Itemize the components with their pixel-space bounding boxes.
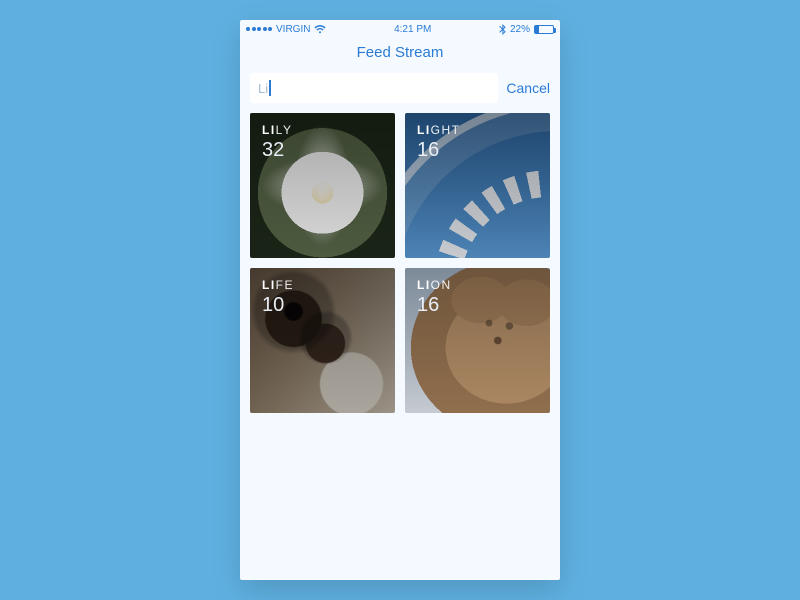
tile-title: LIFE [262, 278, 294, 292]
tile-count: 10 [262, 294, 284, 317]
page-title: Feed Stream [240, 38, 560, 73]
tile-count: 16 [417, 294, 439, 317]
search-row: Li Cancel [240, 73, 560, 113]
battery-pct: 22% [510, 24, 530, 35]
search-input[interactable]: Li [250, 73, 498, 103]
tile-title: LION [417, 278, 452, 292]
tile-title: LIGHT [417, 123, 461, 137]
carrier-label: VIRGIN [276, 24, 310, 35]
text-caret-icon [269, 80, 271, 96]
result-tile-light[interactable]: LIGHT 16 [405, 113, 550, 258]
battery-icon [534, 25, 554, 34]
result-tile-life[interactable]: LIFE 10 [250, 268, 395, 413]
cancel-button[interactable]: Cancel [506, 80, 550, 96]
clock: 4:21 PM [394, 24, 431, 35]
wifi-icon [314, 25, 326, 34]
phone-frame: VIRGIN 4:21 PM 22% Feed Stream Li Cancel… [240, 20, 560, 580]
results-grid: LILY 32 LIGHT 16 LIFE 10 LION [240, 113, 560, 413]
signal-dots-icon [246, 27, 272, 31]
search-value: Li [258, 81, 268, 96]
bluetooth-icon [499, 24, 506, 35]
result-tile-lily[interactable]: LILY 32 [250, 113, 395, 258]
status-left: VIRGIN [246, 24, 326, 35]
tile-count: 16 [417, 139, 439, 162]
tile-count: 32 [262, 139, 284, 162]
tile-title: LILY [262, 123, 292, 137]
status-right: 22% [499, 24, 554, 35]
status-bar: VIRGIN 4:21 PM 22% [240, 20, 560, 38]
result-tile-lion[interactable]: LION 16 [405, 268, 550, 413]
